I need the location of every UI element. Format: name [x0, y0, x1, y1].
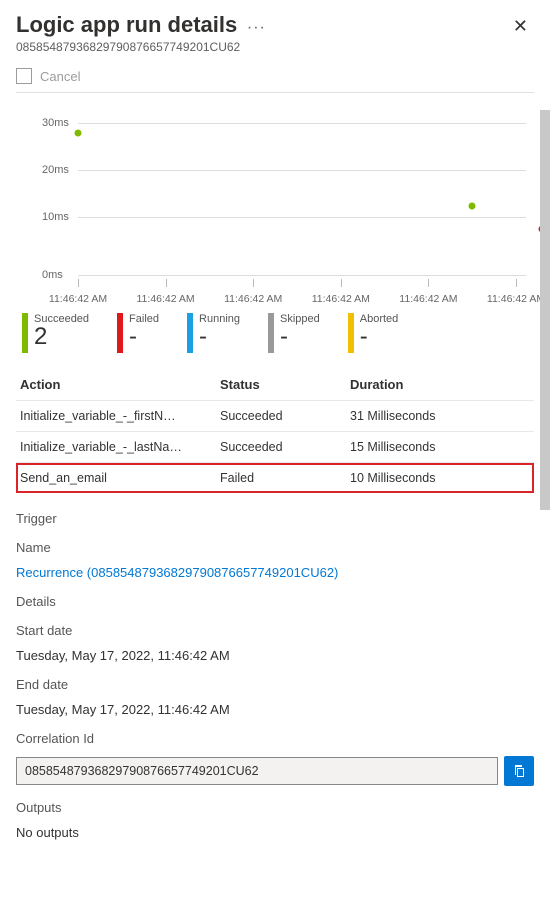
- cancel-label: Cancel: [40, 69, 80, 84]
- trigger-link[interactable]: Recurrence (0858548793682979087665774920…: [16, 565, 534, 580]
- table-row[interactable]: Initialize_variable_-_firstN…Succeeded31…: [16, 401, 534, 432]
- x-tick: [166, 279, 167, 287]
- cancel-command: Cancel: [16, 68, 534, 84]
- x-tick-label: 11:46:42 AM: [224, 293, 282, 305]
- cancel-icon: [16, 68, 32, 84]
- cell: 10 Milliseconds: [350, 471, 530, 485]
- cell: Succeeded: [220, 440, 350, 454]
- x-tick-label: 11:46:42 AM: [399, 293, 457, 305]
- status-bar: [22, 313, 28, 353]
- x-tick: [253, 279, 254, 287]
- run-id-subtitle: 08585487936829790876657749201CU62: [16, 40, 266, 54]
- x-tick: [428, 279, 429, 287]
- table-row[interactable]: Send_an_emailFailed10 Milliseconds: [16, 463, 534, 493]
- grid-line: [78, 217, 526, 218]
- y-tick-label: 0ms: [42, 269, 63, 281]
- divider: [16, 92, 534, 93]
- cell: 15 Milliseconds: [350, 440, 530, 454]
- scrollbar[interactable]: [540, 110, 550, 510]
- actions-table: Action Status Duration Initialize_variab…: [16, 369, 534, 493]
- cell: Succeeded: [220, 409, 350, 423]
- status-value: -: [360, 325, 399, 349]
- correlation-id-field[interactable]: 08585487936829790876657749201CU62: [16, 757, 498, 785]
- duration-chart: 30ms 20ms 10ms 0ms 11:46:42 AM 11:46:42 AM 11:…: [20, 105, 530, 305]
- x-tick: [516, 279, 517, 287]
- cell: Initialize_variable_-_firstN…: [20, 409, 220, 423]
- y-tick-label: 30ms: [42, 117, 69, 129]
- status-value: -: [199, 325, 240, 349]
- y-tick-label: 20ms: [42, 164, 69, 176]
- chart-point: [469, 203, 476, 210]
- start-date-value: Tuesday, May 17, 2022, 11:46:42 AM: [16, 648, 534, 663]
- status-item: Skipped-: [268, 313, 320, 353]
- status-bar: [117, 313, 123, 353]
- status-item: Running-: [187, 313, 240, 353]
- outputs-section: Outputs: [16, 800, 534, 815]
- start-date-label: Start date: [16, 623, 534, 638]
- x-tick: [341, 279, 342, 287]
- trigger-name-label: Name: [16, 540, 534, 555]
- chart-point: [75, 130, 82, 137]
- close-icon[interactable]: ✕: [507, 12, 534, 41]
- status-item: Succeeded2: [22, 313, 89, 353]
- x-tick-label: 11:46:42 AM: [49, 293, 107, 305]
- cell: 31 Milliseconds: [350, 409, 530, 423]
- cell: Send_an_email: [20, 471, 220, 485]
- status-item: Aborted-: [348, 313, 399, 353]
- end-date-value: Tuesday, May 17, 2022, 11:46:42 AM: [16, 702, 534, 717]
- status-item: Failed-: [117, 313, 159, 353]
- table-header: Action Status Duration: [16, 369, 534, 401]
- page-title: Logic app run details: [16, 12, 237, 38]
- cell: Failed: [220, 471, 350, 485]
- y-tick-label: 10ms: [42, 211, 69, 223]
- status-value: -: [280, 325, 320, 349]
- status-bar: [187, 313, 193, 353]
- status-summary: Succeeded2 Failed- Running- Skipped- Aborted…: [16, 313, 534, 353]
- x-tick-label: 11:46:42 AM: [487, 293, 545, 305]
- cell: Initialize_variable_-_lastNa…: [20, 440, 220, 454]
- grid-line: [78, 170, 526, 171]
- outputs-value: No outputs: [16, 825, 534, 840]
- trigger-section: Trigger: [16, 511, 534, 526]
- grid-line: [78, 275, 526, 276]
- x-tick-label: 11:46:42 AM: [312, 293, 370, 305]
- x-tick: [78, 279, 79, 287]
- status-value: -: [129, 325, 159, 349]
- details-section: Details: [16, 594, 534, 609]
- x-tick-label: 11:46:42 AM: [137, 293, 195, 305]
- status-bar: [348, 313, 354, 353]
- end-date-label: End date: [16, 677, 534, 692]
- grid-line: [78, 123, 526, 124]
- table-row[interactable]: Initialize_variable_-_lastNa…Succeeded15…: [16, 432, 534, 463]
- copy-icon: [511, 763, 527, 779]
- correlation-id-label: Correlation Id: [16, 731, 534, 746]
- status-bar: [268, 313, 274, 353]
- status-value: 2: [34, 325, 89, 349]
- more-icon[interactable]: ···: [247, 19, 266, 36]
- copy-button[interactable]: [504, 756, 534, 786]
